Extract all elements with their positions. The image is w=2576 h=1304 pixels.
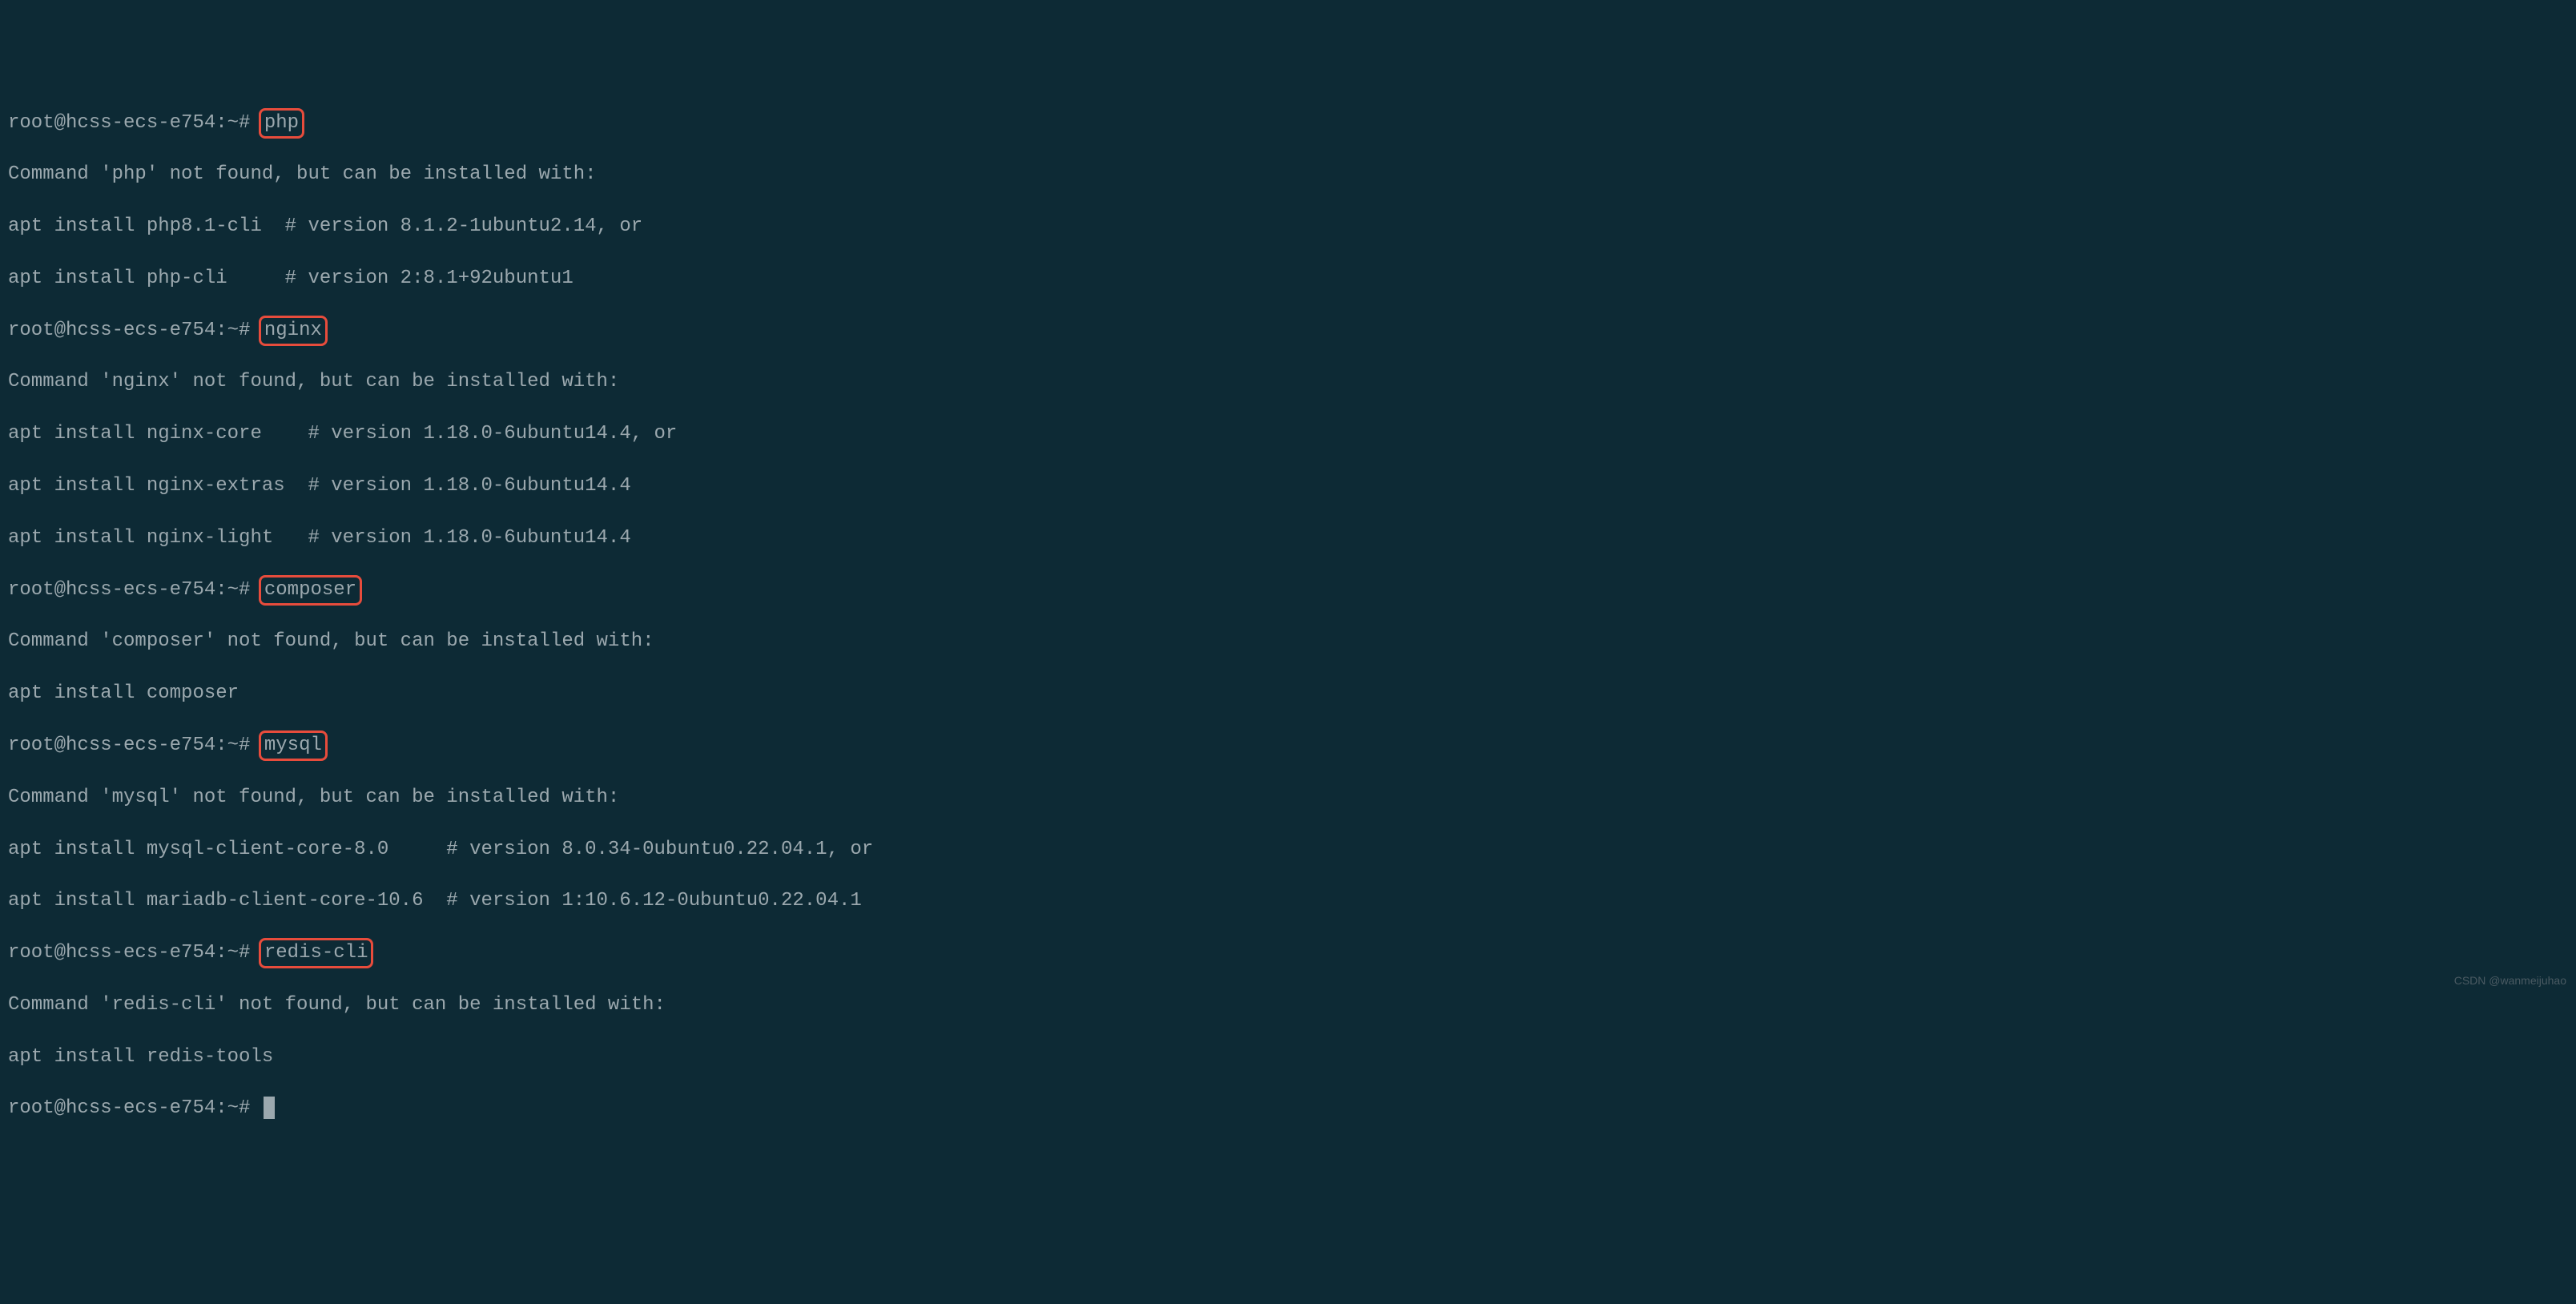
terminal-line-prompt-empty[interactable]: root@hcss-ecs-e754:~#: [8, 1096, 2568, 1121]
terminal-output-line: apt install nginx-extras # version 1.18.…: [8, 473, 2568, 499]
terminal-output-line: apt install nginx-light # version 1.18.0…: [8, 525, 2568, 551]
command-highlight-php: php: [259, 108, 304, 139]
command-highlight-redis: redis-cli: [259, 938, 374, 968]
command-highlight-composer: composer: [259, 575, 362, 606]
prompt-text: root@hcss-ecs-e754:~#: [8, 735, 262, 756]
terminal-output-line: apt install php8.1-cli # version 8.1.2-1…: [8, 214, 2568, 239]
terminal-output-line: apt install mariadb-client-core-10.6 # v…: [8, 888, 2568, 914]
prompt-text: root@hcss-ecs-e754:~#: [8, 579, 262, 601]
terminal-output-line: apt install php-cli # version 2:8.1+92ub…: [8, 266, 2568, 292]
terminal-output-line: Command 'php' not found, but can be inst…: [8, 162, 2568, 187]
terminal-output-line: apt install redis-tools: [8, 1044, 2568, 1070]
terminal-output-line: Command 'composer' not found, but can be…: [8, 629, 2568, 654]
command-highlight-mysql: mysql: [259, 730, 328, 761]
watermark-text: CSDN @wanmeijuhao: [2454, 973, 2566, 988]
terminal-line-prompt-mysql: root@hcss-ecs-e754:~# mysql: [8, 733, 2568, 759]
terminal-line-prompt-php: root@hcss-ecs-e754:~# php: [8, 111, 2568, 136]
terminal-line-prompt-redis: root@hcss-ecs-e754:~# redis-cli: [8, 940, 2568, 966]
terminal-output-line: Command 'nginx' not found, but can be in…: [8, 369, 2568, 395]
command-highlight-nginx: nginx: [259, 316, 328, 346]
terminal-output-line: Command 'redis-cli' not found, but can b…: [8, 992, 2568, 1018]
cursor-block: [264, 1097, 275, 1119]
terminal-output-line: apt install nginx-core # version 1.18.0-…: [8, 421, 2568, 447]
terminal-output-line: apt install composer: [8, 681, 2568, 706]
terminal-output-line: apt install mysql-client-core-8.0 # vers…: [8, 837, 2568, 863]
prompt-text: root@hcss-ecs-e754:~#: [8, 320, 262, 341]
prompt-text: root@hcss-ecs-e754:~#: [8, 112, 262, 134]
terminal-line-prompt-nginx: root@hcss-ecs-e754:~# nginx: [8, 318, 2568, 344]
terminal-output-line: Command 'mysql' not found, but can be in…: [8, 785, 2568, 811]
terminal-line-prompt-composer: root@hcss-ecs-e754:~# composer: [8, 578, 2568, 603]
prompt-text: root@hcss-ecs-e754:~#: [8, 1097, 262, 1119]
prompt-text: root@hcss-ecs-e754:~#: [8, 942, 262, 964]
